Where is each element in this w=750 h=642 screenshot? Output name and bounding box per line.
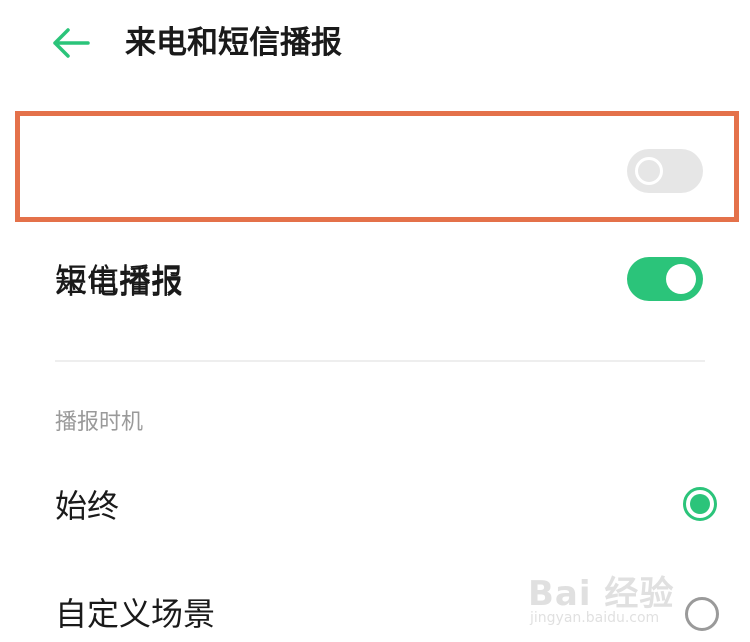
page-title: 来电和短信播报 xyxy=(125,25,342,61)
incoming-call-broadcast-toggle[interactable] xyxy=(627,149,703,193)
arrow-left-icon xyxy=(53,28,90,58)
top-app-bar: 来电和短信播报 xyxy=(0,0,750,90)
broadcast-timing-section-label: 播报时机 xyxy=(55,410,144,435)
sms-broadcast-toggle[interactable] xyxy=(627,257,703,301)
section-divider xyxy=(55,360,705,362)
radio-dot xyxy=(690,494,710,514)
toggle-knob xyxy=(666,264,696,294)
option-always-label: 始终 xyxy=(55,487,120,525)
option-custom-scene-label: 自定义场景 xyxy=(55,595,216,633)
watermark-url: jingyan.baidu.com xyxy=(530,610,660,626)
option-custom-scene-radio[interactable] xyxy=(685,597,719,631)
toggle-knob xyxy=(635,157,663,185)
back-button[interactable] xyxy=(50,26,92,60)
watermark-brand: Bai 经验 xyxy=(528,574,675,614)
option-always-radio[interactable] xyxy=(683,487,717,521)
sms-broadcast-label: 短信播报 xyxy=(55,261,184,299)
